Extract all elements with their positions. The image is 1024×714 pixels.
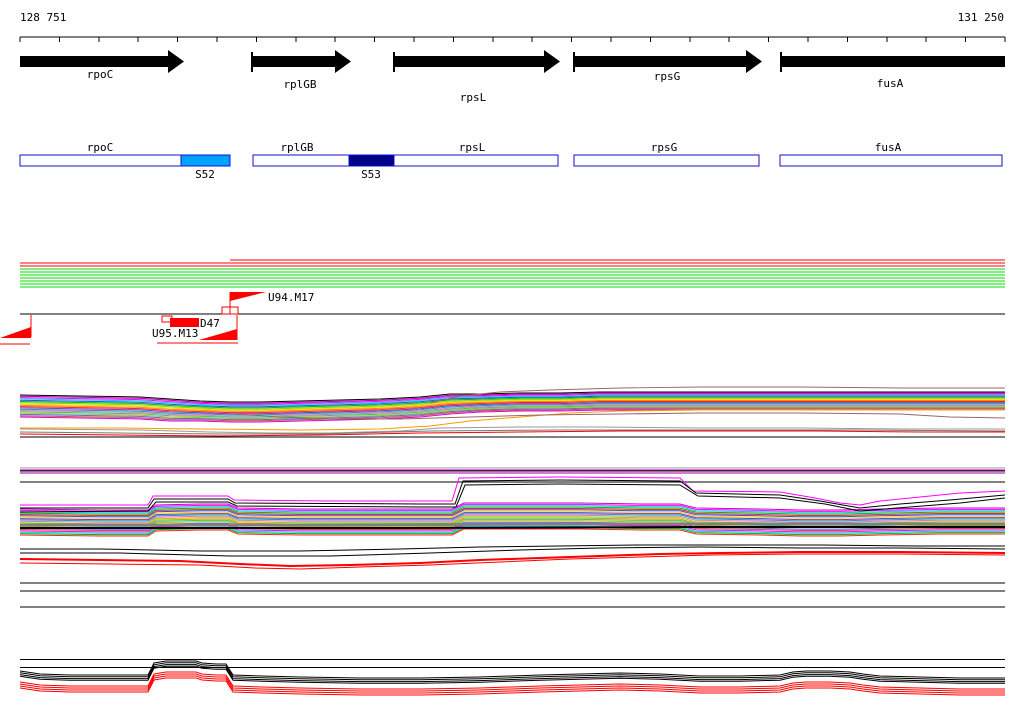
segment-box[interactable] xyxy=(252,154,559,167)
segment-highlight-S52[interactable] xyxy=(180,154,231,167)
segment-gene-label: rpsG xyxy=(651,141,678,154)
flag-down-label: U95.M13 xyxy=(152,327,198,340)
flag-base-square[interactable] xyxy=(221,306,231,315)
gene-label-rplGB: rplGB xyxy=(283,78,316,91)
gene-label-rpsG: rpsG xyxy=(654,70,681,83)
bottom-cluster-line xyxy=(19,662,1005,681)
segment-highlight-S53[interactable] xyxy=(348,154,395,167)
profile-line xyxy=(20,522,1005,527)
segment-gene-label: fusA xyxy=(875,141,902,154)
segment-gene-label: rplGB xyxy=(280,141,313,154)
profile-line xyxy=(20,476,1006,506)
profile-line xyxy=(20,526,1005,529)
segment-gene-label: rpoC xyxy=(87,141,114,154)
gene-arrow-fusA[interactable] xyxy=(781,56,1005,67)
gene-arrow-rplGB[interactable] xyxy=(252,50,351,73)
flag-up-label: U94.M17 xyxy=(268,291,314,304)
segment-gene-label: rpsL xyxy=(459,141,486,154)
ruler-end-label: 131 250 xyxy=(958,11,1004,24)
gene-arrow-rpsL[interactable] xyxy=(394,50,560,73)
segment-label-S52: S52 xyxy=(195,168,215,181)
gene-label-rpsL: rpsL xyxy=(460,91,487,104)
genome-browser-canvas: 128 751 131 250 rpoC rplGB rpsL rpsG fusA S52 rp… xyxy=(0,11,1006,696)
flag-down-triangle[interactable] xyxy=(199,329,237,340)
flag-up-triangle[interactable] xyxy=(230,292,266,301)
ruler-start-label: 128 751 xyxy=(20,11,66,24)
genome-browser: 128 751 131 250 rpoC rplGB rpsL rpsG fusA S52 rp… xyxy=(0,0,1024,714)
segment-label-S53: S53 xyxy=(361,168,381,181)
flag-left-triangle[interactable] xyxy=(0,327,31,338)
gene-label-fusA: fusA xyxy=(877,77,904,90)
gene-label-rpoC: rpoC xyxy=(87,68,114,81)
segment-box[interactable] xyxy=(573,154,760,167)
flag-down-solid-box[interactable] xyxy=(170,318,199,327)
flag-base-square[interactable] xyxy=(229,306,239,315)
bottom-cluster-line xyxy=(19,660,1005,679)
flag-down-sublabel: D47 xyxy=(200,317,220,330)
segment-box[interactable] xyxy=(779,154,1003,167)
